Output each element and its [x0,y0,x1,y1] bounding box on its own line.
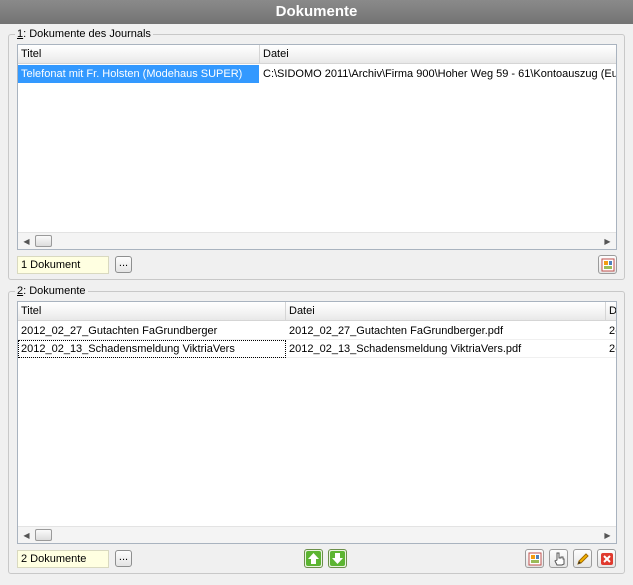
cell-datei: C:\SIDOMO 2011\Archiv\Firma 900\Hoher We… [263,68,617,80]
scroll-right-icon[interactable]: ▶ [599,233,616,249]
new-document-icon [528,552,542,566]
edit-document-button[interactable] [573,549,592,568]
journal-group-label: 1: Dokumente des Journals [15,27,153,41]
scroll-left-icon[interactable]: ◀ [18,527,35,543]
column-header-datum[interactable]: Da [606,302,616,321]
documents-grid[interactable]: Titel Datei Da 2012_02_27_Gutachten FaGr… [17,301,617,544]
move-down-button[interactable] [328,549,347,568]
docs-group-label: 2: Dokumente [15,284,88,298]
table-row[interactable]: 2012_02_13_Schadensmeldung ViktriaVers 2… [18,340,616,358]
horizontal-scrollbar[interactable]: ◀ ▶ [18,526,616,543]
docs-document-count: 2 Dokumente [17,550,109,568]
table-row[interactable]: 2012_02_27_Gutachten FaGrundberger 2012_… [18,322,616,340]
journal-group-label-text: : Dokumente des Journals [23,28,151,40]
column-header-titel[interactable]: Titel [18,45,260,64]
table-row[interactable]: Telefonat mit Fr. Holsten (Modehaus SUPE… [18,65,616,83]
pencil-icon [577,553,589,565]
delete-document-button[interactable] [597,549,616,568]
journal-grid-header: Titel Datei [18,45,616,64]
docs-browse-button[interactable]: ... [115,550,132,567]
column-header-datei[interactable]: Datei [260,45,616,64]
cell-titel: Telefonat mit Fr. Holsten (Modehaus SUPE… [18,65,259,83]
cell-datum: 2- [609,325,616,337]
arrow-up-icon [306,551,321,566]
scroll-left-icon[interactable]: ◀ [18,233,35,249]
journal-documents-grid[interactable]: Titel Datei Telefonat mit Fr. Holsten (M… [17,44,617,250]
open-document-button[interactable] [549,549,568,568]
journal-documents-group: 1: Dokumente des Journals Titel Datei Te… [8,27,625,280]
column-header-titel[interactable]: Titel [18,302,286,321]
docs-grid-header: Titel Datei Da [18,302,616,321]
hand-pointer-icon [554,552,565,566]
cell-datum: 2- [609,343,616,355]
scroll-thumb[interactable] [35,529,52,541]
cell-datei: 2012_02_13_Schadensmeldung ViktriaVers.p… [289,343,522,355]
journal-browse-button[interactable]: ... [115,256,132,273]
documents-group: 2: Dokumente Titel Datei Da 2012_02_27_G… [8,284,625,574]
move-up-button[interactable] [304,549,323,568]
delete-icon [601,553,613,565]
journal-document-count: 1 Dokument [17,256,109,274]
scroll-right-icon[interactable]: ▶ [599,527,616,543]
cell-titel: 2012_02_27_Gutachten FaGrundberger [21,325,218,337]
window-title: Dokumente [0,0,633,24]
cell-titel: 2012_02_13_Schadensmeldung ViktriaVers [18,340,286,358]
new-document-icon [601,258,615,272]
docs-group-label-text: : Dokumente [23,285,86,297]
docs-new-document-button[interactable] [525,549,544,568]
arrow-down-icon [330,551,345,566]
scroll-thumb[interactable] [35,235,52,247]
cell-datei: 2012_02_27_Gutachten FaGrundberger.pdf [289,325,504,337]
column-header-datei[interactable]: Datei [286,302,606,321]
journal-new-document-button[interactable] [598,255,617,274]
horizontal-scrollbar[interactable]: ◀ ▶ [18,232,616,249]
